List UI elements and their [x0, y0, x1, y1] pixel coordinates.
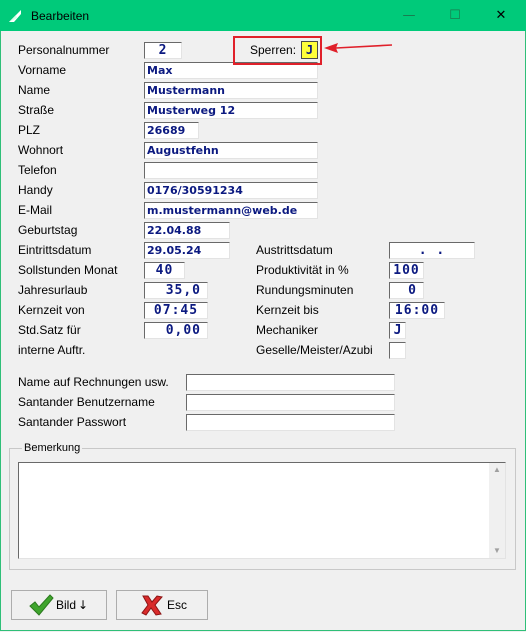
close-button[interactable]: ✕ [478, 0, 524, 31]
label-plz: PLZ [18, 123, 41, 137]
label-name: Name [18, 83, 51, 97]
red-arrow-icon [324, 43, 392, 53]
label-austrittsdatum: Austrittsdatum [256, 243, 333, 257]
rundungsminuten-field[interactable]: 0 [389, 282, 424, 299]
window-title: Bearbeiten [31, 9, 90, 23]
jahresurlaub-field[interactable]: 35,0 [144, 282, 208, 299]
telefon-field[interactable] [144, 162, 318, 179]
eintrittsdatum-field[interactable]: 29.05.24 [144, 242, 230, 259]
santander-user-field[interactable] [186, 394, 395, 411]
label-strasse: Straße [18, 103, 55, 117]
email-field[interactable]: m.mustermann@web.de [144, 202, 318, 219]
label-interne-auftr: interne Auftr. [18, 343, 86, 357]
close-icon: ✕ [495, 8, 507, 23]
label-vorname: Vorname [18, 63, 67, 77]
label-handy: Handy [18, 183, 53, 197]
arrow-down-icon: ↓ [78, 598, 89, 612]
mechaniker-field[interactable]: J [389, 322, 406, 339]
name-rechnungen-field[interactable] [186, 374, 395, 391]
label-email: E-Mail [18, 203, 53, 217]
label-mechaniker: Mechaniker [256, 323, 319, 337]
bild-button[interactable]: Bild ↓ [11, 590, 107, 620]
label-sollstunden: Sollstunden Monat [18, 263, 118, 277]
label-jahresurlaub: Jahresurlaub [18, 283, 88, 297]
bild-label: Bild [56, 598, 77, 612]
santander-pw-field[interactable] [186, 414, 395, 431]
label-rundungsminuten: Rundungsminuten [256, 283, 354, 297]
label-santander-user: Santander Benutzername [18, 395, 155, 409]
minimize-button[interactable]: — [386, 0, 432, 31]
label-std-satz: Std.Satz für [18, 323, 81, 337]
label-eintrittsdatum: Eintrittsdatum [18, 243, 92, 257]
geselle-field[interactable] [389, 342, 406, 359]
label-kernzeit-von: Kernzeit von [18, 303, 85, 317]
geburtstag-field[interactable]: 22.04.88 [144, 222, 230, 239]
bemerkung-title: Bemerkung [22, 442, 83, 454]
label-personalnummer: Personalnummer [18, 43, 110, 57]
label-produktivitaet: Produktivität in % [256, 263, 349, 277]
scroll-down-icon[interactable]: ▼ [489, 544, 505, 558]
handy-field[interactable]: 0176/30591234 [144, 182, 318, 199]
sperren-field[interactable]: J [301, 41, 318, 59]
plz-field[interactable]: 26689 [144, 122, 199, 139]
maximize-icon: ☐ [449, 8, 461, 23]
produktivitaet-field[interactable]: 100 [389, 262, 424, 279]
label-name-rechnungen: Name auf Rechnungen usw. [18, 375, 169, 389]
kernzeit-bis-field[interactable]: 16:00 [389, 302, 445, 319]
sollstunden-field[interactable]: 40 [144, 262, 185, 279]
memo-scrollbar[interactable]: ▲ ▼ [489, 463, 505, 558]
name-field[interactable]: Mustermann [144, 82, 318, 99]
label-sperren: Sperren: [250, 43, 297, 57]
strasse-field[interactable]: Musterweg 12 [144, 102, 318, 119]
label-santander-pw: Santander Passwort [18, 415, 127, 429]
label-geburtstag: Geburtstag [18, 223, 78, 237]
label-geselle: Geselle/Meister/Azubi [256, 343, 373, 357]
kernzeit-von-field[interactable]: 07:45 [144, 302, 208, 319]
minimize-icon: — [402, 8, 416, 23]
austrittsdatum-field[interactable]: . . [389, 242, 475, 259]
esc-label: Esc [167, 598, 188, 612]
app-icon [9, 10, 21, 22]
wohnort-field[interactable]: Augustfehn [144, 142, 318, 159]
label-wohnort: Wohnort [18, 143, 64, 157]
checkmark-icon [29, 594, 54, 616]
scroll-up-icon[interactable]: ▲ [489, 463, 505, 477]
personalnummer-field[interactable]: 2 [144, 42, 182, 59]
title-bar[interactable]: Bearbeiten — ☐ ✕ [0, 0, 526, 31]
esc-button[interactable]: Esc [116, 590, 208, 620]
std-satz-field[interactable]: 0,00 [144, 322, 208, 339]
cancel-x-icon [141, 595, 163, 616]
maximize-button[interactable]: ☐ [432, 0, 478, 31]
bemerkung-memo[interactable]: ▲ ▼ [18, 462, 506, 559]
label-telefon: Telefon [18, 163, 57, 177]
label-kernzeit-bis: Kernzeit bis [256, 303, 319, 317]
